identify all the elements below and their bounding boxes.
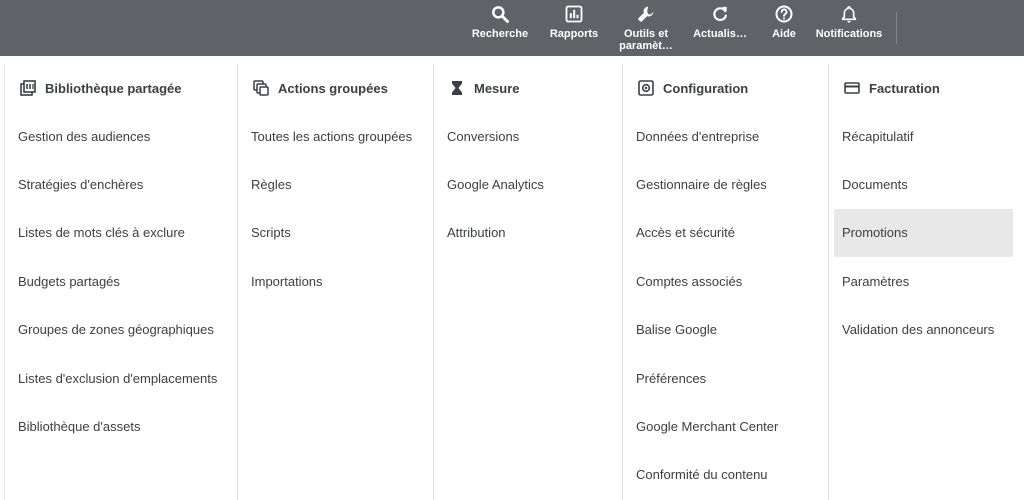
column-header: Bibliothèque partagée (5, 64, 237, 112)
notifications-button[interactable]: Notifications (810, 3, 888, 40)
top-toolbar: Recherche Rapports Outils et paramèt… Ac… (0, 0, 1024, 56)
menu-item-summary[interactable]: Récapitulatif (834, 112, 1013, 160)
refresh-label: Actualis… (693, 28, 747, 40)
menu-item-google-analytics[interactable]: Google Analytics (434, 160, 622, 208)
column-setup: Configuration Données d'entreprise Gesti… (623, 64, 829, 500)
column-header: Actions groupées (238, 64, 433, 112)
menu-item-all-bulk-actions[interactable]: Toutes les actions groupées (238, 112, 433, 160)
hourglass-icon (448, 79, 466, 97)
menu-item-linked-accounts[interactable]: Comptes associés (623, 257, 828, 305)
tools-menu-panel: Bibliothèque partagée Gestion des audien… (4, 64, 1022, 500)
help-label: Aide (772, 28, 796, 40)
help-icon (772, 3, 796, 25)
menu-item-negative-keyword-lists[interactable]: Listes de mots clés à exclure (5, 209, 237, 257)
bulk-actions-icon (252, 79, 270, 97)
search-button[interactable]: Recherche (462, 3, 538, 40)
menu-item-conversions[interactable]: Conversions (434, 112, 622, 160)
menu-item-uploads[interactable]: Importations (238, 257, 433, 305)
menu-item-promotions[interactable]: Promotions (834, 208, 1013, 258)
reports-button[interactable]: Rapports (544, 3, 604, 40)
menu-item-rules[interactable]: Règles (238, 160, 433, 208)
tools-settings-label: Outils et paramèt… (619, 28, 673, 52)
refresh-icon (708, 3, 732, 25)
refresh-button[interactable]: Actualis… (688, 3, 752, 40)
menu-item-billing-settings[interactable]: Paramètres (834, 257, 1013, 305)
menu-item-preferences[interactable]: Préférences (623, 354, 828, 402)
menu-item-placement-exclusion-lists[interactable]: Listes d'exclusion d'emplacements (5, 354, 237, 402)
notifications-label: Notifications (815, 28, 883, 40)
search-icon (488, 3, 512, 25)
menu-item-audience-manager[interactable]: Gestion des audiences (5, 112, 237, 160)
column-title: Mesure (474, 80, 520, 96)
menu-item-location-groups[interactable]: Groupes de zones géographiques (5, 306, 237, 354)
menu-item-google-tag[interactable]: Balise Google (623, 306, 828, 354)
column-header: Configuration (623, 64, 828, 112)
credit-card-icon (843, 79, 861, 97)
menu-item-access-security[interactable]: Accès et sécurité (623, 209, 828, 257)
menu-item-advertiser-verification[interactable]: Validation des annonceurs (834, 306, 1013, 354)
menu-item-business-data[interactable]: Données d'entreprise (623, 112, 828, 160)
column-title: Bibliothèque partagée (45, 80, 182, 96)
toolbar-divider (896, 12, 897, 44)
help-button[interactable]: Aide (762, 3, 806, 40)
menu-item-merchant-center[interactable]: Google Merchant Center (623, 402, 828, 450)
menu-item-attribution[interactable]: Attribution (434, 209, 622, 257)
column-bulk-actions: Actions groupées Toutes les actions grou… (238, 64, 434, 500)
column-header: Facturation (829, 64, 1023, 112)
menu-item-shared-budgets[interactable]: Budgets partagés (5, 257, 237, 305)
column-billing: Facturation Récapitulatif Documents Prom… (829, 64, 1023, 500)
column-measurement: Mesure Conversions Google Analytics Attr… (434, 64, 623, 500)
menu-item-asset-library[interactable]: Bibliothèque d'assets (5, 402, 237, 450)
reports-label: Rapports (549, 28, 599, 40)
menu-item-documents[interactable]: Documents (834, 160, 1013, 208)
library-icon (19, 79, 37, 97)
wrench-icon (634, 3, 658, 25)
menu-item-rules-manager[interactable]: Gestionnaire de règles (623, 160, 828, 208)
bell-icon (837, 3, 861, 25)
menu-item-content-suitability[interactable]: Conformité du contenu (623, 451, 828, 499)
column-title: Actions groupées (278, 80, 388, 96)
column-title: Configuration (663, 80, 749, 96)
menu-item-scripts[interactable]: Scripts (238, 209, 433, 257)
bar-chart-icon (562, 3, 586, 25)
tools-settings-button[interactable]: Outils et paramèt… (612, 3, 680, 52)
column-title: Facturation (869, 80, 940, 96)
settings-box-icon (637, 79, 655, 97)
search-label: Recherche (471, 28, 529, 40)
column-header: Mesure (434, 64, 622, 112)
menu-item-bid-strategies[interactable]: Stratégies d'enchères (5, 160, 237, 208)
column-shared-library: Bibliothèque partagée Gestion des audien… (5, 64, 238, 500)
